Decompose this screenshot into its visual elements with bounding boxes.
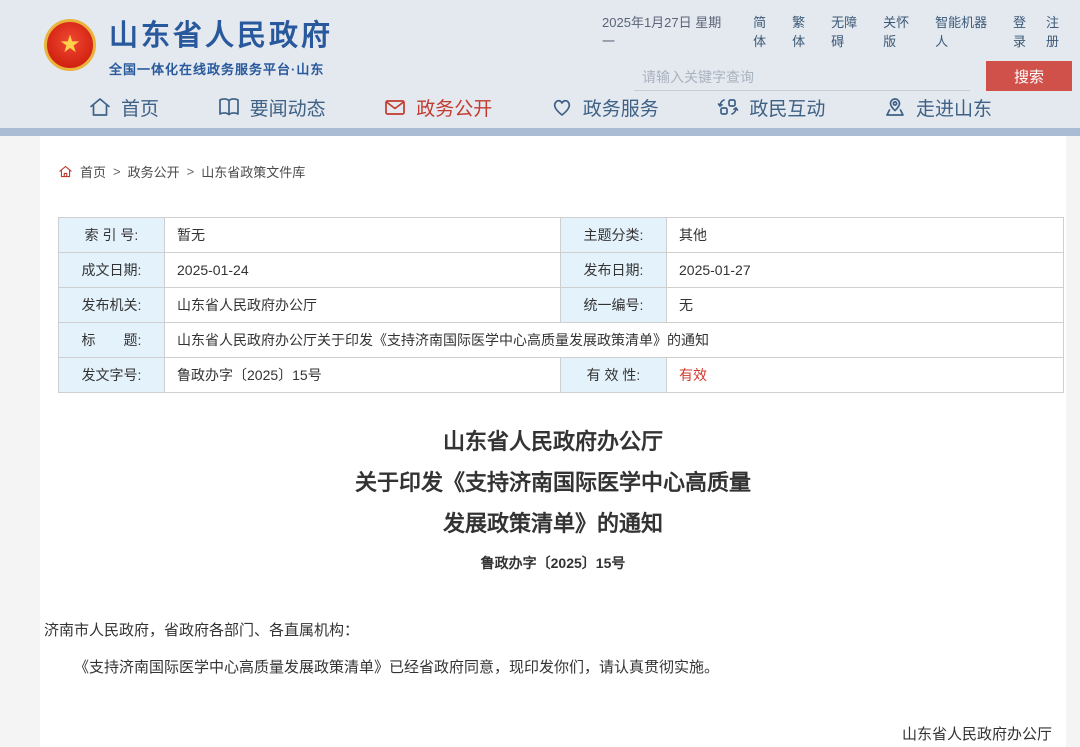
nav-item-home[interactable]: 首页 xyxy=(88,94,159,121)
validity-value: 有效 xyxy=(667,358,1064,393)
unified-number-label: 统一编号: xyxy=(561,288,667,323)
nav-label: 政民互动 xyxy=(749,94,825,121)
search-button[interactable]: 搜索 xyxy=(986,61,1072,91)
site-header: ★ 山东省人民政府 全国一体化在线政务服务平台·山东 2025年1月27日 星期… xyxy=(0,0,1080,86)
written-date-label: 成文日期: xyxy=(59,253,165,288)
site-tagline: 全国一体化在线政务服务平台·山东 xyxy=(109,59,333,78)
mail-icon xyxy=(383,95,407,119)
nav-label: 首页 xyxy=(121,94,159,121)
issuer-label: 发布机关: xyxy=(59,288,165,323)
breadcrumb: 首页 > 政务公开 > 山东省政策文件库 xyxy=(40,136,1066,181)
doc-title-value: 山东省人民政府办公厅关于印发《支持济南国际医学中心高质量发展政策清单》的通知 xyxy=(165,323,1064,358)
book-icon xyxy=(217,95,241,119)
document-title-line3: 发展政策清单》的通知 xyxy=(40,503,1066,544)
link-robot[interactable]: 智能机器人 xyxy=(935,12,1000,50)
document-paragraph: 《支持济南国际医学中心高质量发展政策清单》已经省政府同意，现印发你们，请认真贯彻… xyxy=(44,657,1046,679)
written-date-value: 2025-01-24 xyxy=(165,253,561,288)
publish-date-label: 发布日期: xyxy=(561,253,667,288)
index-number-label: 索 引 号: xyxy=(59,218,165,253)
nav-item-gov-services[interactable]: 政务服务 xyxy=(550,94,659,121)
site-identity: 山东省人民政府 全国一体化在线政务服务平台·山东 xyxy=(109,12,333,78)
nav-item-news[interactable]: 要闻动态 xyxy=(217,94,326,121)
breadcrumb-separator: > xyxy=(187,164,195,179)
meta-row-issuer: 发布机关: 山东省人民政府办公厅 统一编号: 无 xyxy=(59,288,1064,323)
breadcrumb-gov-disclosure[interactable]: 政务公开 xyxy=(128,162,180,181)
link-accessible[interactable]: 无障碍 xyxy=(831,12,870,50)
nav-item-gov-disclosure[interactable]: 政务公开 xyxy=(383,94,492,121)
doc-number-value: 鲁政办字〔2025〕15号 xyxy=(165,358,561,393)
document-title-line2: 关于印发《支持济南国际医学中心高质量 xyxy=(40,462,1066,503)
search-area: 搜索 xyxy=(602,61,1072,91)
nav-item-about-shandong[interactable]: 走进山东 xyxy=(883,94,992,121)
publish-date-value: 2025-01-27 xyxy=(667,253,1064,288)
utility-links-row: 2025年1月27日 星期一 简体 繁体 无障碍 关怀版 智能机器人 登录 注册 xyxy=(602,12,1072,50)
location-icon xyxy=(883,95,907,119)
breadcrumb-home-icon xyxy=(58,164,73,179)
current-date: 2025年1月27日 星期一 xyxy=(602,12,734,50)
document-number: 鲁政办字〔2025〕15号 xyxy=(40,553,1066,573)
index-number-value: 暂无 xyxy=(165,218,561,253)
header-utilities: 2025年1月27日 星期一 简体 繁体 无障碍 关怀版 智能机器人 登录 注册… xyxy=(602,12,1072,91)
breadcrumb-separator: > xyxy=(113,164,121,179)
meta-row-index-topic: 索 引 号: 暂无 主题分类: 其他 xyxy=(59,218,1064,253)
home-icon xyxy=(88,95,112,119)
nav-bottom-strip xyxy=(0,128,1080,136)
meta-row-title: 标 题: 山东省人民政府办公厅关于印发《支持济南国际医学中心高质量发展政策清单》… xyxy=(59,323,1064,358)
search-input[interactable] xyxy=(634,64,970,91)
link-traditional[interactable]: 繁体 xyxy=(792,12,818,50)
link-care-version[interactable]: 关怀版 xyxy=(883,12,922,50)
doc-number-label: 发文字号: xyxy=(59,358,165,393)
link-register[interactable]: 注册 xyxy=(1046,12,1072,50)
document-meta-table: 索 引 号: 暂无 主题分类: 其他 成文日期: 2025-01-24 发布日期… xyxy=(58,217,1064,393)
issuer-value: 山东省人民政府办公厅 xyxy=(165,288,561,323)
nav-label: 政务服务 xyxy=(583,94,659,121)
site-title: 山东省人民政府 xyxy=(109,12,333,54)
national-emblem-icon: ★ xyxy=(44,19,96,71)
doc-title-label: 标 题: xyxy=(59,323,165,358)
breadcrumb-home[interactable]: 首页 xyxy=(80,162,106,181)
meta-row-docno-validity: 发文字号: 鲁政办字〔2025〕15号 有 效 性: 有效 xyxy=(59,358,1064,393)
heart-icon xyxy=(550,95,574,119)
unified-number-value: 无 xyxy=(667,288,1064,323)
nav-label: 要闻动态 xyxy=(250,94,326,121)
topic-category-label: 主题分类: xyxy=(561,218,667,253)
document-title-line1: 山东省人民政府办公厅 xyxy=(40,421,1066,462)
nav-label: 走进山东 xyxy=(916,94,992,121)
document-title: 山东省人民政府办公厅 关于印发《支持济南国际医学中心高质量 发展政策清单》的通知 xyxy=(40,421,1066,544)
signature-block: 山东省人民政府办公厅 2025年1月24日 xyxy=(40,719,1066,747)
document-salutation: 济南市人民政府，省政府各部门、各直属机构： xyxy=(44,619,1046,640)
content-card: 首页 > 政务公开 > 山东省政策文件库 索 引 号: 暂无 主题分类: 其他 … xyxy=(40,136,1066,747)
topic-category-value: 其他 xyxy=(667,218,1064,253)
link-login[interactable]: 登录 xyxy=(1013,12,1039,50)
link-simplified[interactable]: 简体 xyxy=(753,12,779,50)
signature-issuer: 山东省人民政府办公厅 xyxy=(40,719,1052,747)
emblem-star-glyph: ★ xyxy=(59,33,81,57)
nav-item-interaction[interactable]: 政民互动 xyxy=(716,94,825,121)
nav-label: 政务公开 xyxy=(416,94,492,121)
interaction-icon xyxy=(716,95,740,119)
validity-label: 有 效 性: xyxy=(561,358,667,393)
meta-row-dates: 成文日期: 2025-01-24 发布日期: 2025-01-27 xyxy=(59,253,1064,288)
main-nav: 首页 要闻动态 政务公开 政务服务 政民互动 走进山东 xyxy=(0,86,1080,128)
breadcrumb-policy-library[interactable]: 山东省政策文件库 xyxy=(201,162,305,181)
